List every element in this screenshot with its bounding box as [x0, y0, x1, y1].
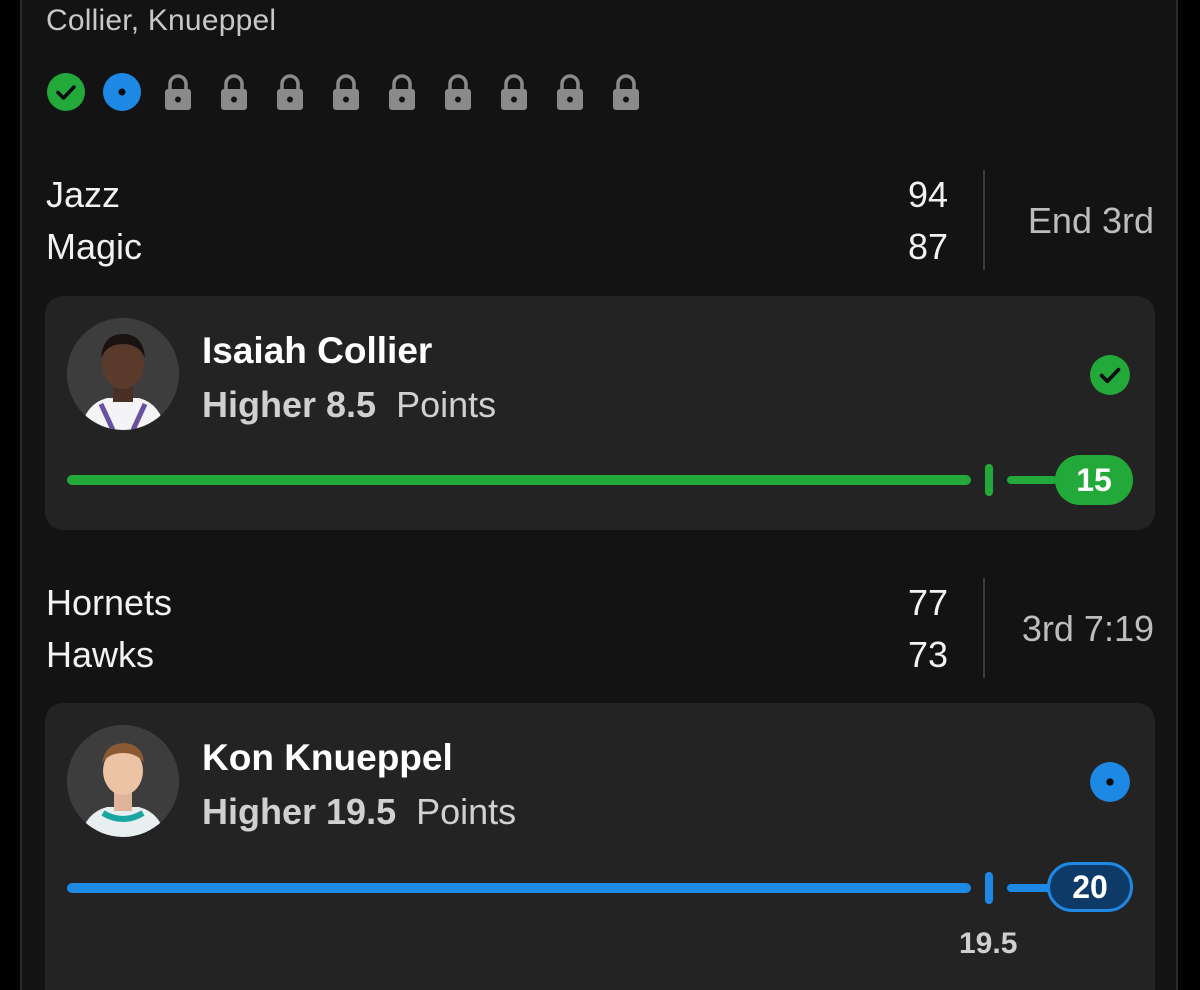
current-value-pill: 15: [1055, 455, 1133, 505]
score-divider: [983, 170, 985, 270]
team-name-away: Magic: [46, 226, 143, 267]
check-circle-icon: [1090, 355, 1130, 395]
lock-icon: [333, 74, 359, 110]
pick-line-value: 8.5: [326, 384, 377, 425]
line-marker: [985, 872, 993, 904]
game-score-jazz-magic[interactable]: Jazz Magic 94 87 End 3rd: [46, 170, 1156, 274]
pick-status-badge: [1089, 354, 1131, 396]
score-divider: [983, 578, 985, 678]
lock-icon: [445, 74, 471, 110]
current-value-pill: 20: [1047, 862, 1133, 912]
status-item-10[interactable]: [550, 72, 590, 112]
status-item-2[interactable]: [102, 72, 142, 112]
lock-icon: [501, 74, 527, 110]
team-name-home: Jazz: [46, 174, 121, 215]
pick-card-kon-knueppel[interactable]: Kon Knueppel Higher 19.5 Points 20 19.5: [45, 703, 1155, 990]
status-item-3[interactable]: [158, 72, 198, 112]
game-score-hornets-hawks[interactable]: Hornets Hawks 77 73 3rd 7:19: [46, 578, 1156, 682]
lock-icon: [557, 74, 583, 110]
check-circle-icon: [47, 73, 85, 111]
pick-direction: Higher: [202, 791, 317, 832]
player-headshot-image: [67, 725, 179, 837]
status-item-6[interactable]: [326, 72, 366, 112]
team-name-home: Hornets: [46, 582, 173, 623]
pick-stat-type: Points: [396, 384, 497, 425]
lock-icon: [221, 74, 247, 110]
status-item-7[interactable]: [382, 72, 422, 112]
line-marker: [985, 464, 993, 496]
pick-card-isaiah-collier[interactable]: Isaiah Collier Higher 8.5 Points 15: [45, 296, 1155, 530]
progress-tail: [1007, 476, 1057, 484]
lineup-panel: Collier, Knueppel Jazz Magic 94 87 End 3…: [0, 0, 1200, 990]
status-item-11[interactable]: [606, 72, 646, 112]
team-score-home: 77: [907, 582, 948, 623]
game-clock: 3rd 7:19: [1021, 608, 1154, 649]
pick-stat-type: Points: [416, 791, 517, 832]
player-avatar: [67, 725, 179, 837]
pick-line: Higher 19.5 Points: [202, 791, 516, 833]
team-name-away: Hawks: [46, 634, 155, 675]
lineup-subtitle: Collier, Knueppel: [46, 4, 277, 37]
player-headshot-image: [67, 318, 179, 430]
player-avatar: [67, 318, 179, 430]
lock-icon: [613, 74, 639, 110]
status-item-4[interactable]: [214, 72, 254, 112]
pick-status-badge: [1089, 761, 1131, 803]
status-item-5[interactable]: [270, 72, 310, 112]
game-clock: End 3rd: [1027, 200, 1154, 241]
pick-direction: Higher: [202, 384, 317, 425]
line-caption: 19.5: [959, 927, 1018, 960]
lock-icon: [277, 74, 303, 110]
status-item-9[interactable]: [494, 72, 534, 112]
player-name: Isaiah Collier: [202, 330, 433, 371]
pick-line-value: 19.5: [326, 791, 397, 832]
pick-line: Higher 8.5 Points: [202, 384, 496, 426]
player-name: Kon Knueppel: [202, 737, 453, 778]
progress-bar: [67, 883, 971, 893]
team-score-away: 87: [907, 226, 948, 267]
status-item-1[interactable]: [46, 72, 86, 112]
lock-icon: [389, 74, 415, 110]
live-dot-icon: [1090, 762, 1130, 802]
team-score-away: 73: [907, 634, 948, 675]
lock-icon: [165, 74, 191, 110]
team-score-home: 94: [907, 174, 948, 215]
progress-bar: [67, 475, 971, 485]
live-dot-icon: [103, 73, 141, 111]
pick-status-row: [46, 70, 662, 114]
status-item-8[interactable]: [438, 72, 478, 112]
